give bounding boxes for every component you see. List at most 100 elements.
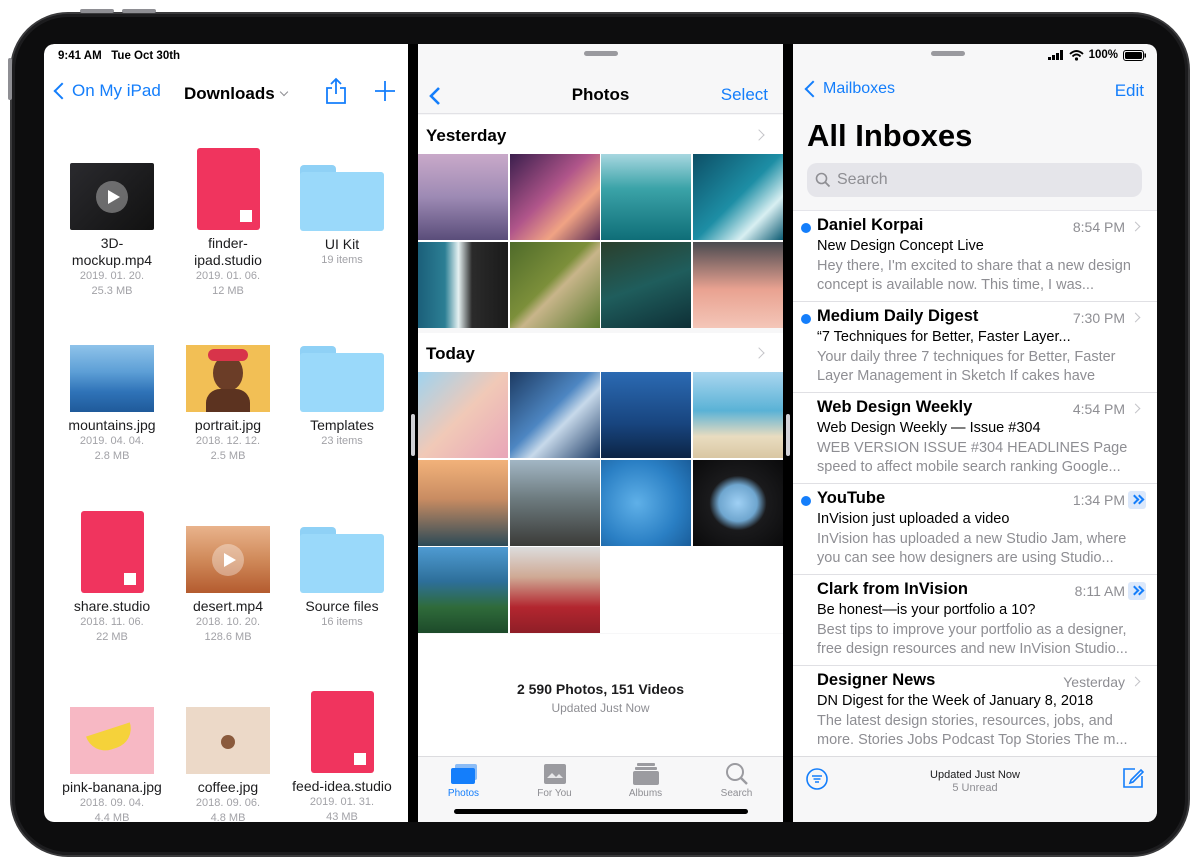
- file-date: 2019. 01. 31.: [309, 796, 375, 808]
- file-date: 2018. 11. 06.: [80, 616, 144, 628]
- search-icon: [815, 172, 831, 188]
- chevron-down-icon: [279, 87, 288, 97]
- search-field[interactable]: Search: [807, 163, 1142, 197]
- file-date: 2018. 12. 12.: [195, 435, 261, 447]
- folder-icon: [300, 165, 384, 231]
- message-row[interactable]: Daniel Korpai 8:54 PM New Design Concept…: [793, 211, 1157, 302]
- section-header-yesterday[interactable]: Yesterday: [418, 115, 783, 155]
- studio-file-icon: [310, 691, 374, 773]
- file-item[interactable]: share.studio 2018. 11. 06. 22 MB: [55, 511, 169, 645]
- photo-thumbnail[interactable]: [418, 372, 508, 458]
- window-grabber[interactable]: [583, 51, 618, 56]
- share-icon[interactable]: [325, 77, 347, 105]
- albums-tab-icon: [632, 763, 659, 785]
- photo-thumbnail[interactable]: [601, 459, 691, 546]
- file-date: 2018. 09. 04.: [79, 797, 145, 809]
- photo-thumbnail[interactable]: [418, 154, 508, 240]
- file-name: 3D- mockup.mp4: [71, 235, 153, 268]
- message-subject: Be honest—is your portfolio a 10?: [817, 602, 1036, 618]
- file-item[interactable]: feed-idea.studio 2019. 01. 31. 43 MB: [285, 691, 399, 822]
- file-size: 4.8 MB: [210, 812, 246, 822]
- photo-thumbnail[interactable]: [601, 241, 691, 328]
- side-button: [8, 58, 12, 100]
- file-size: 43 MB: [326, 811, 358, 822]
- photo-thumbnail[interactable]: [418, 241, 508, 328]
- file-name: coffee.jpg: [197, 779, 259, 795]
- folder-count: 19 items: [321, 254, 363, 266]
- file-size: 22 MB: [96, 631, 128, 643]
- chevron-right-icon: [753, 129, 765, 141]
- message-preview: Your daily three 7 techniques for Better…: [817, 349, 1116, 384]
- split-view-divider[interactable]: [786, 414, 790, 456]
- for-you-tab-icon: [543, 764, 566, 784]
- photo-thumbnail[interactable]: [692, 459, 783, 546]
- message-subject: DN Digest for the Week of January 8, 201…: [817, 693, 1094, 709]
- folder-name: UI Kit: [324, 236, 360, 252]
- message-preview: Best tips to improve your portfolio as a…: [817, 622, 1128, 657]
- file-size: 25.3 MB: [91, 285, 133, 297]
- message-row[interactable]: Clark from InVision 8:11 AM Be honest—is…: [793, 575, 1157, 666]
- mailboxes-back-button[interactable]: Mailboxes: [803, 80, 895, 98]
- message-sender: Designer News: [817, 671, 936, 689]
- photo-thumbnail[interactable]: [509, 459, 600, 546]
- back-label: On My iPad: [72, 81, 161, 100]
- file-item[interactable]: portrait.jpg 2018. 12. 12. 2.5 MB: [171, 345, 285, 464]
- photo-thumbnail[interactable]: [692, 372, 783, 458]
- message-row[interactable]: YouTube 1:34 PM InVision just uploaded a…: [793, 484, 1157, 575]
- screen: 9:41 AM Tue Oct 30th On My iPad Download…: [44, 44, 1157, 822]
- tab-search[interactable]: Search: [691, 763, 782, 799]
- message-row[interactable]: Web Design Weekly 4:54 PM Web Design Wee…: [793, 393, 1157, 484]
- photo-grid-today: [418, 372, 783, 633]
- tab-for-you[interactable]: For You: [509, 763, 600, 799]
- photo-thumbnail[interactable]: [509, 241, 600, 328]
- home-indicator[interactable]: [454, 809, 748, 814]
- tab-label: Search: [720, 788, 753, 799]
- message-time: Yesterday: [1063, 674, 1125, 690]
- file-size: 12 MB: [212, 285, 244, 297]
- folder-item[interactable]: UI Kit 19 items: [285, 165, 399, 268]
- compose-icon[interactable]: [1121, 766, 1145, 790]
- photo-thumbnail[interactable]: [418, 459, 508, 546]
- file-item[interactable]: 3D- mockup.mp4 2019. 01. 20. 25.3 MB: [55, 163, 169, 299]
- chevron-right-icon: [1130, 221, 1141, 232]
- tab-photos[interactable]: Photos: [418, 763, 509, 799]
- file-item[interactable]: pink-banana.jpg 2018. 09. 04. 4.4 MB: [55, 707, 169, 822]
- select-button[interactable]: Select: [721, 85, 768, 105]
- file-item[interactable]: finder- ipad.studio 2019. 01. 06. 12 MB: [171, 148, 285, 299]
- photo-thumbnail[interactable]: [418, 547, 508, 633]
- photo-thumbnail[interactable]: [601, 372, 691, 458]
- photo-thumbnail[interactable]: [509, 372, 600, 458]
- section-title: Today: [426, 344, 475, 363]
- message-sender: YouTube: [817, 489, 886, 507]
- message-sender: Daniel Korpai: [817, 216, 924, 234]
- photo-thumbnail[interactable]: [692, 154, 783, 240]
- folder-count: 23 items: [321, 435, 363, 447]
- folder-title[interactable]: Downloads: [184, 84, 288, 104]
- navigation-bar: Photos Select: [418, 44, 783, 114]
- window-grabber[interactable]: [931, 51, 965, 56]
- message-time: 7:30 PM: [1072, 310, 1125, 326]
- tab-albums[interactable]: Albums: [600, 763, 691, 799]
- split-view-divider[interactable]: [411, 414, 415, 456]
- file-date: 2019. 01. 20.: [79, 270, 145, 282]
- file-item[interactable]: mountains.jpg 2019. 04. 04. 2.8 MB: [55, 345, 169, 464]
- photo-thumbnail[interactable]: [601, 154, 691, 240]
- folder-item[interactable]: Templates 23 items: [285, 346, 399, 449]
- edit-button[interactable]: Edit: [1115, 81, 1144, 101]
- file-item[interactable]: coffee.jpg 2018. 09. 06. 4.8 MB: [171, 707, 285, 822]
- photo-grid-yesterday: [418, 154, 783, 328]
- add-icon[interactable]: [374, 80, 396, 102]
- message-row[interactable]: Designer News Yesterday DN Digest for th…: [793, 666, 1157, 757]
- photo-thumbnail[interactable]: [509, 547, 600, 633]
- photo-thumbnail[interactable]: [509, 154, 600, 240]
- section-header-today[interactable]: Today: [418, 333, 783, 373]
- photo-thumbnail[interactable]: [692, 241, 783, 328]
- file-item[interactable]: desert.mp4 2018. 10. 20. 128.6 MB: [171, 526, 285, 645]
- folder-title-label: Downloads: [184, 84, 275, 103]
- folder-item[interactable]: Source files 16 items: [285, 527, 399, 630]
- search-placeholder: Search: [837, 171, 888, 188]
- back-button[interactable]: On My iPad: [52, 81, 161, 101]
- message-row[interactable]: Medium Daily Digest 7:30 PM “7 Technique…: [793, 302, 1157, 393]
- thread-icon: [1128, 582, 1146, 600]
- image-thumbnail: [186, 707, 270, 774]
